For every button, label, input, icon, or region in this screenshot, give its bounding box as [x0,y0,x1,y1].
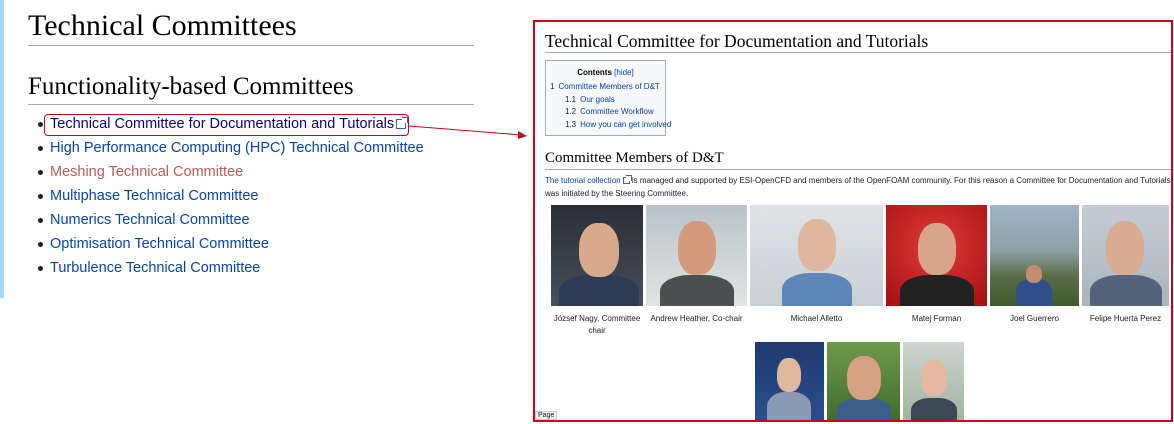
toc-item[interactable]: 1.2 Committee Workflow [565,107,654,116]
member-photo [551,205,643,306]
member-caption: Andrew Heather, Co-chair [650,314,743,323]
member-photo [886,205,987,306]
toc-label: Committee Workflow [580,107,654,116]
photo-body [660,275,734,306]
table-of-contents: Contents [hide] 1 Committee Members of D&… [545,60,671,136]
toc-heading: Contents [hide] [546,68,665,77]
arrow-line [408,125,522,136]
photo-body [782,273,852,306]
toc-number: 1.3 [565,120,577,129]
panel-title: Technical Committee for Documentation an… [545,31,929,51]
panel-title-divider [545,52,1171,53]
intro-text: is managed and supported by ESI-OpenCFD … [545,176,1171,198]
member-photo [827,342,900,420]
photo-body [559,275,639,306]
photo-face [918,223,956,275]
photo-face [1106,221,1144,275]
toc-number: 1.2 [565,107,577,116]
photo-body [1016,279,1052,306]
member-caption: Felipe Huerta Perez [1089,314,1162,323]
member-caption: Michael Alletto [790,314,843,323]
member-photo [903,342,964,420]
intro-paragraph: The tutorial collection is managed and s… [545,174,1171,200]
toc-number: 1 [550,82,555,91]
external-link-icon [622,175,632,184]
toc-label: Our goals [580,95,615,104]
photo-face [847,356,881,400]
photo-body [767,392,811,420]
member-photo [646,205,747,306]
member-caption: Joel Guerrero [1010,314,1059,323]
screenshot-panel: Technical Committee for Documentation an… [533,20,1173,422]
members-divider [545,169,1171,170]
member-photo [1082,205,1169,306]
photo-body [837,398,891,420]
member-photo [990,205,1079,306]
photo-face [579,223,619,277]
photo-face [1026,265,1042,283]
toc-number: 1.1 [565,95,577,104]
toc-item[interactable]: 1 Committee Members of D&T [550,82,660,91]
photo-face [798,219,836,271]
toc-heading-label: Contents [577,68,612,77]
photo-body [911,398,957,420]
member-photo [750,205,883,306]
toc-hide-link[interactable]: [hide] [614,68,634,77]
photo-body [900,275,974,306]
arrow-head [518,131,527,139]
photo-face [921,360,947,396]
member-caption: József Nagy, Committee chair [553,314,641,335]
toc-label: How you can get involved [580,120,672,129]
photo-body [1090,275,1162,306]
member-caption: Matej Forman [911,314,962,323]
toc-label: Committee Members of D&T [558,82,660,91]
members-heading: Committee Members of D&T [545,150,724,166]
toc-item[interactable]: 1.3 How you can get involved [565,120,671,129]
tutorial-collection-link[interactable]: The tutorial collection [545,176,621,185]
toc-item[interactable]: 1.1 Our goals [565,95,615,104]
photo-face [678,221,716,275]
photo-face [777,358,801,392]
page-label: Page [535,411,558,420]
member-photo [755,342,824,420]
